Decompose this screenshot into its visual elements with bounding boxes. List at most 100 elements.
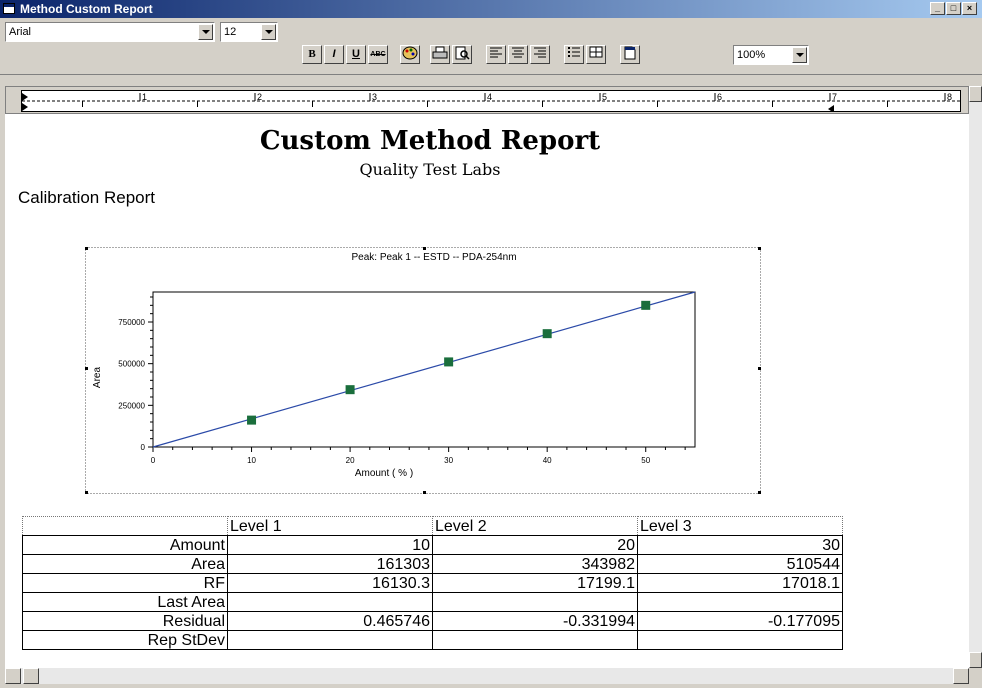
ruler-strip: 1 2 3 4 5 6 7 8 (21, 90, 961, 113)
data-point (444, 357, 454, 367)
print-button[interactable] (430, 45, 450, 64)
right-margin-marker (828, 105, 834, 113)
chart-frame (85, 247, 761, 494)
size-select[interactable]: 12 (220, 22, 278, 42)
row-label: Residual (22, 611, 228, 631)
printer-icon (432, 46, 448, 59)
data-point (542, 329, 552, 339)
y-tick-label: 500000 (118, 360, 145, 369)
column-header: Level 3 (637, 516, 843, 536)
report-page: Custom Method Report Quality Test Labs C… (5, 114, 969, 668)
close-button[interactable]: × (962, 2, 977, 15)
align-right-button[interactable] (530, 45, 550, 64)
ruler-number: 2 (257, 92, 262, 102)
scroll-right-button[interactable] (953, 668, 969, 684)
toolbar: Arial 12 B I U ABC 100% (0, 18, 982, 75)
zoom-value: 100% (737, 49, 766, 61)
ruler-ticks: 1 2 3 4 5 6 7 8 (22, 92, 960, 113)
x-tick-label: 20 (346, 456, 355, 465)
selection-handle (423, 491, 426, 494)
chart-title: Peak: Peak 1 -- ESTD -- PDA-254nm (351, 252, 516, 263)
indent-marker (22, 103, 28, 111)
ruler-number: 7 (832, 92, 837, 102)
row-label: Rep StDev (22, 630, 228, 650)
italic-button[interactable]: I (324, 45, 344, 64)
table-cell: 0.465746 (227, 611, 433, 631)
x-tick-label: 40 (543, 456, 552, 465)
bold-button[interactable]: B (302, 45, 322, 64)
selection-handle (85, 367, 88, 370)
page-icon (624, 46, 636, 60)
chevron-down-icon[interactable] (261, 24, 276, 40)
table-cell: -0.177095 (637, 611, 843, 631)
selection-handle (423, 247, 426, 250)
x-tick-label: 30 (444, 456, 453, 465)
minimize-button[interactable]: _ (930, 2, 945, 15)
column-header: Level 1 (227, 516, 433, 536)
align-center-button[interactable] (508, 45, 528, 64)
bullet-list-button[interactable] (564, 45, 584, 64)
table-cell (227, 592, 433, 612)
calibration-chart[interactable]: Peak: Peak 1 -- ESTD -- PDA-254nm 0 10 20 30… (85, 247, 761, 494)
align-right-icon (534, 47, 546, 58)
font-select[interactable]: Arial (5, 22, 215, 42)
underline-button[interactable]: U (346, 45, 366, 64)
maximize-button[interactable]: □ (946, 2, 961, 15)
strikethrough-button[interactable]: ABC (368, 45, 388, 64)
align-left-button[interactable] (486, 45, 506, 64)
table-cell (637, 630, 843, 650)
ruler-number: 8 (947, 92, 952, 102)
chart-svg: Peak: Peak 1 -- ESTD -- PDA-254nm 0 10 20 30… (85, 247, 761, 494)
table-row: Rep StDev (22, 630, 843, 650)
palette-icon (402, 46, 418, 60)
size-value: 12 (224, 26, 237, 38)
ruler[interactable]: 1 2 3 4 5 6 7 8 (5, 86, 969, 114)
chevron-down-icon[interactable] (198, 24, 213, 40)
horizontal-scrollbar[interactable] (5, 668, 969, 684)
window-title: Method Custom Report (20, 2, 153, 16)
table-button[interactable] (586, 45, 606, 64)
selection-handle (85, 247, 88, 250)
indent-marker (22, 93, 28, 101)
x-tick-label: 0 (151, 456, 156, 465)
vertical-scrollbar[interactable] (969, 86, 982, 668)
column-header: Level 2 (432, 516, 638, 536)
scroll-left-button[interactable] (5, 668, 21, 684)
window-icon (3, 3, 15, 14)
print-preview-button[interactable] (452, 45, 472, 64)
y-tick-label: 750000 (118, 318, 145, 327)
row-label: RF (22, 573, 228, 593)
report-subtitle: Quality Test Labs (359, 160, 501, 179)
table-cell: 17199.1 (432, 573, 638, 593)
table-cell (432, 592, 638, 612)
x-tick-label: 50 (641, 456, 650, 465)
column-header (22, 516, 228, 536)
table-cell (432, 630, 638, 650)
color-button[interactable] (400, 45, 420, 64)
table-cell (637, 592, 843, 612)
table-icon (589, 46, 603, 58)
zoom-select[interactable]: 100% (733, 45, 809, 65)
ruler-number: 1 (142, 92, 147, 102)
page-setup-button[interactable] (620, 45, 640, 64)
table-row: RF 16130.3 17199.1 17018.1 (22, 573, 843, 593)
table-cell: 161303 (227, 554, 433, 574)
data-point (641, 300, 651, 310)
scroll-thumb[interactable] (23, 668, 39, 684)
ruler-number: 3 (372, 92, 377, 102)
font-value: Arial (9, 26, 32, 38)
table-header-row: Level 1 Level 2 Level 3 (22, 516, 843, 536)
ruler-number: 6 (717, 92, 722, 102)
row-label: Last Area (22, 592, 228, 612)
table-row: Amount 10 20 30 (22, 535, 843, 555)
y-tick-label: 250000 (118, 401, 145, 410)
row-label: Amount (22, 535, 228, 555)
y-tick-label: 0 (141, 443, 146, 452)
chevron-down-icon[interactable] (792, 47, 807, 63)
table-cell: 510544 (637, 554, 843, 574)
table-row: Residual 0.465746 -0.331994 -0.177095 (22, 611, 843, 631)
table-cell: -0.331994 (432, 611, 638, 631)
selection-handle (758, 247, 761, 250)
scroll-up-button[interactable] (969, 86, 982, 102)
scroll-down-button[interactable] (969, 652, 982, 668)
